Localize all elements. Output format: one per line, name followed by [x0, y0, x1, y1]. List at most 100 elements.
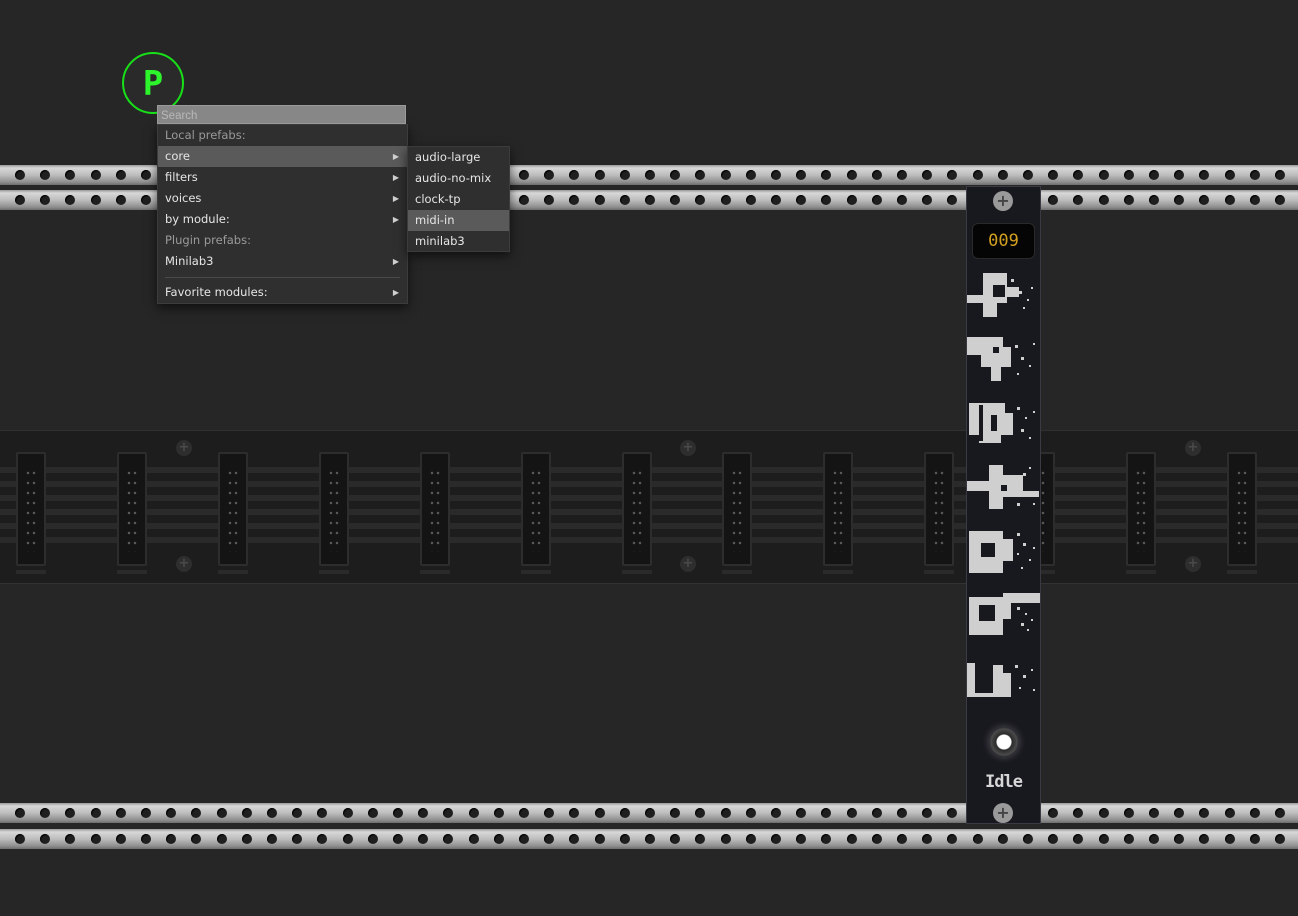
rail-hole: [922, 195, 933, 205]
rail-holes: [0, 829, 1298, 849]
rail-hole: [1048, 834, 1059, 844]
menu-item-favorite-modules[interactable]: Favorite modules: ▶: [158, 282, 407, 303]
ribbon-connector: [117, 452, 147, 574]
rail-hole: [771, 170, 781, 180]
rail-hole: [771, 195, 781, 205]
rail-hole: [216, 808, 227, 818]
connector-pins: [126, 468, 138, 552]
submenu-item-minilab3[interactable]: minilab3: [408, 231, 509, 252]
rail-hole: [947, 808, 958, 818]
rail-hole: [90, 834, 101, 844]
submenu-item-clock-tp[interactable]: clock-tp: [408, 189, 509, 210]
rail-hole: [317, 808, 328, 818]
rail-hole: [141, 834, 151, 844]
rail-hole: [871, 170, 882, 180]
rail-hole: [569, 170, 580, 180]
rail-hole: [90, 195, 101, 205]
rail-hole: [1275, 808, 1285, 818]
screw-icon: +: [680, 556, 696, 572]
rail-hole: [493, 808, 504, 818]
rail-hole: [569, 834, 580, 844]
rail-hole: [1224, 834, 1235, 844]
submenu-item-label: midi-in: [415, 213, 455, 227]
status-led[interactable]: [989, 727, 1019, 757]
rail-hole: [745, 808, 756, 818]
submenu-item-audio-large[interactable]: audio-large: [408, 147, 509, 168]
rail-hole: [897, 170, 907, 180]
menu-item-by-module[interactable]: by module: ▶: [158, 209, 407, 230]
rail-hole: [141, 808, 151, 818]
rail-hole: [670, 808, 681, 818]
rail-hole: [619, 170, 630, 180]
rail-hole: [1149, 170, 1159, 180]
rail-hole: [317, 834, 328, 844]
pixel-art-glyph-2: [967, 337, 1035, 381]
submenu-item-label: minilab3: [415, 234, 465, 248]
connector-pins: [429, 468, 441, 552]
chevron-right-icon: ▶: [392, 257, 399, 266]
rail-hole: [90, 170, 101, 180]
module-label: Idle: [985, 772, 1023, 792]
rail-hole: [670, 195, 681, 205]
rail-hole: [846, 808, 857, 818]
rail-hole: [1149, 808, 1159, 818]
rail-hole: [1249, 170, 1260, 180]
rail-hole: [15, 808, 25, 818]
rail-hole: [821, 170, 832, 180]
rail-hole: [1149, 195, 1159, 205]
rail-hole: [1199, 808, 1210, 818]
rail-hole: [241, 808, 252, 818]
submenu-item-audio-no-mix[interactable]: audio-no-mix: [408, 168, 509, 189]
pixel-art-glyph-1: [967, 273, 1033, 317]
rail-hole: [393, 834, 403, 844]
rail-hole: [947, 170, 958, 180]
rail-hole: [1224, 170, 1235, 180]
ribbon-connector: [924, 452, 954, 574]
rail-hole: [695, 170, 706, 180]
connector-pins: [25, 468, 37, 552]
rail-hole: [821, 834, 832, 844]
rail-hole: [796, 170, 807, 180]
search-input[interactable]: [157, 105, 406, 124]
rail-hole: [1174, 170, 1185, 180]
rail-hole: [720, 195, 731, 205]
menu-item-voices[interactable]: voices ▶: [158, 188, 407, 209]
rail-hole: [619, 808, 630, 818]
menu-item-label: core: [165, 149, 190, 163]
ribbon-connector: [1227, 452, 1257, 574]
rail-hole: [846, 170, 857, 180]
rack-rail-bottom-2: [0, 829, 1298, 849]
rail-hole: [15, 195, 25, 205]
rail-hole: [897, 834, 907, 844]
rail-hole: [393, 808, 403, 818]
menu-item-label: filters: [165, 170, 198, 184]
rail-hole: [972, 834, 983, 844]
rail-hole: [745, 834, 756, 844]
rail-hole: [519, 834, 529, 844]
ribbon-connector: [218, 452, 248, 574]
rail-hole: [15, 834, 25, 844]
menu-item-core[interactable]: core ▶: [158, 146, 407, 167]
rail-hole: [695, 195, 706, 205]
rail-hole: [569, 195, 580, 205]
rail-hole: [367, 834, 378, 844]
rail-hole: [897, 195, 907, 205]
rail-hole: [443, 834, 454, 844]
rail-hole: [645, 170, 655, 180]
submenu-item-midi-in[interactable]: midi-in: [408, 210, 509, 231]
rail-hole: [1048, 808, 1059, 818]
rail-hole: [594, 808, 605, 818]
menu-header-plugin-prefabs: Plugin prefabs:: [158, 230, 407, 251]
rail-hole: [115, 834, 126, 844]
submenu-item-label: audio-large: [415, 150, 481, 164]
rail-hole: [645, 808, 655, 818]
idle-module[interactable]: + 009 Idle +: [966, 186, 1041, 824]
rail-hole: [519, 170, 529, 180]
rail-hole: [292, 834, 303, 844]
rail-hole: [897, 808, 907, 818]
rail-hole: [645, 834, 655, 844]
menu-item-filters[interactable]: filters ▶: [158, 167, 407, 188]
rail-hole: [40, 834, 51, 844]
rail-hole: [40, 170, 51, 180]
menu-item-minilab3[interactable]: Minilab3 ▶: [158, 251, 407, 272]
